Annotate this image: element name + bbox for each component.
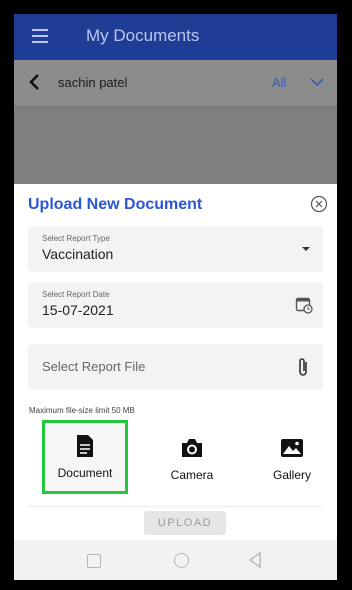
report-file-field[interactable]: Select Report File <box>28 344 323 390</box>
hamburger-menu-icon[interactable] <box>32 29 48 43</box>
paperclip-icon[interactable] <box>297 356 309 378</box>
gallery-option[interactable]: Gallery <box>248 422 336 498</box>
close-circle-icon[interactable] <box>310 195 328 213</box>
report-type-label: Select Report Type <box>42 234 110 243</box>
screen: My Documents sachin patel All Upload New… <box>14 14 337 580</box>
document-icon <box>77 435 93 457</box>
dimmed-background: sachin patel All <box>14 60 337 184</box>
app-bar: My Documents <box>14 14 337 60</box>
dropdown-arrow-icon <box>302 247 310 251</box>
patient-header: sachin patel All <box>14 60 337 107</box>
report-date-value: 15-07-2021 <box>42 302 114 318</box>
file-size-limit: Maximum file-size limit 50 MB <box>29 406 135 415</box>
camera-option[interactable]: Camera <box>148 422 236 498</box>
report-type-value: Vaccination <box>42 246 114 262</box>
phone-frame: My Documents sachin patel All Upload New… <box>0 0 352 590</box>
chevron-down-icon[interactable] <box>310 75 324 89</box>
report-file-placeholder: Select Report File <box>42 359 146 374</box>
camera-option-label: Camera <box>170 468 214 482</box>
system-nav-bar <box>14 540 337 580</box>
gallery-icon <box>281 439 303 457</box>
recents-icon[interactable] <box>87 554 101 568</box>
home-icon[interactable] <box>174 553 189 568</box>
divider <box>28 506 323 507</box>
report-type-select[interactable]: Select Report Type Vaccination <box>28 226 323 272</box>
back-triangle-icon[interactable] <box>248 552 262 568</box>
document-option[interactable]: Document <box>42 420 128 494</box>
report-date-label: Select Report Date <box>42 290 110 299</box>
chevron-left-icon[interactable] <box>26 73 44 91</box>
camera-icon <box>182 439 202 457</box>
gallery-option-label: Gallery <box>272 468 311 482</box>
sheet-title: Upload New Document <box>28 196 203 213</box>
filter-value[interactable]: All <box>272 75 286 90</box>
upload-button[interactable]: UPLOAD <box>144 511 226 535</box>
calendar-icon[interactable] <box>295 296 313 314</box>
patient-name: sachin patel <box>58 75 128 90</box>
document-option-label: Document <box>57 466 113 480</box>
page-title: My Documents <box>86 26 200 45</box>
upload-sheet: Upload New Document Select Report Type V… <box>14 184 337 510</box>
report-date-field[interactable]: Select Report Date 15-07-2021 <box>28 282 323 328</box>
